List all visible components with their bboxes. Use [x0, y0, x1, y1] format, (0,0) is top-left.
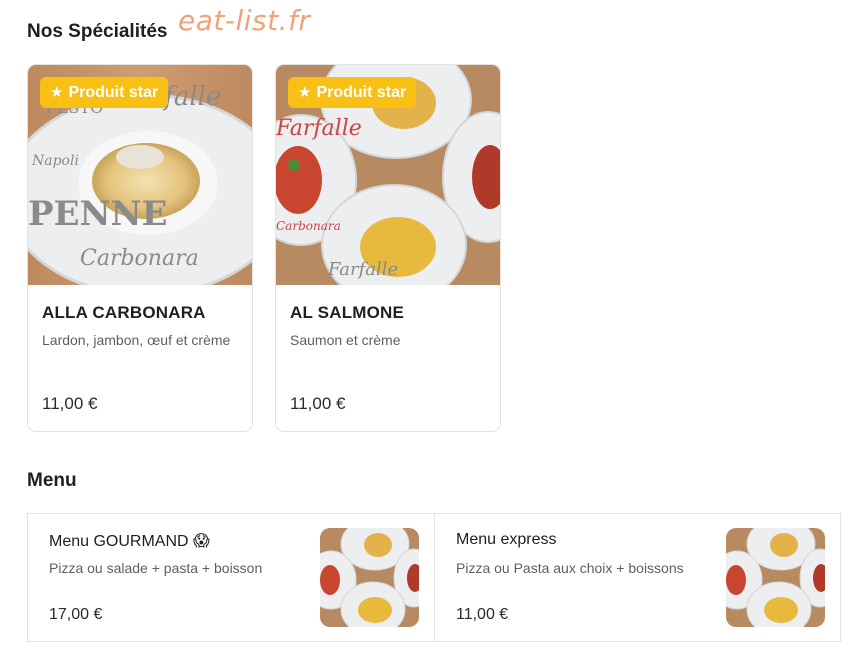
product-price: 11,00 €: [290, 394, 346, 413]
plate-text-carbonara-red: Carbonara: [276, 219, 341, 233]
product-description: Saumon et crème: [290, 332, 401, 348]
product-price: 11,00 €: [42, 394, 98, 413]
menu-price: 17,00 €: [49, 606, 103, 623]
product-card-salmone[interactable]: Farfalle Carbonara Farfalle ★ Produit st…: [275, 64, 501, 432]
plate-text-carbonara: Carbonara: [80, 246, 199, 271]
produit-star-badge: ★ Produit star: [40, 77, 169, 108]
menu-list: Menu GOURMAND 😱 Pizza ou salade + pasta …: [27, 513, 841, 642]
menu-description: Pizza ou salade + pasta + boisson: [49, 560, 263, 576]
product-name: ALLA CARBONARA: [42, 303, 206, 322]
menu-description: Pizza ou Pasta aux choix + boissons: [456, 560, 684, 576]
menu-thumbnail: [726, 528, 825, 627]
plate-text-napoli: Napoli: [31, 153, 79, 169]
star-icon: ★: [50, 84, 64, 101]
menu-title: Menu: [27, 470, 77, 491]
specialties-title: Nos Spécialités: [27, 21, 168, 42]
plate-text-farfalle-grey: Farfalle: [327, 259, 398, 280]
menu-item-express[interactable]: Menu express Pizza ou Pasta aux choix + …: [434, 514, 840, 641]
menu-item-gourmand[interactable]: Menu GOURMAND 😱 Pizza ou salade + pasta …: [28, 514, 434, 641]
product-card-carbonara[interactable]: PESTO Farfalle Napoli PENNE Carbonara ★ …: [27, 64, 253, 432]
menu-name: Menu express: [456, 531, 557, 548]
product-description: Lardon, jambon, œuf et crème: [42, 332, 231, 348]
plate-text-farfalle-red: Farfalle: [276, 116, 362, 141]
badge-label: Produit star: [316, 83, 407, 101]
badge-label: Produit star: [68, 83, 159, 101]
watermark: eat-list.fr: [178, 4, 311, 37]
star-icon: ★: [298, 84, 312, 101]
plate-text-penne: PENNE: [28, 194, 168, 234]
menu-thumbnail: [320, 528, 419, 627]
produit-star-badge: ★ Produit star: [288, 77, 417, 108]
product-name: AL SALMONE: [290, 303, 405, 322]
menu-name: Menu GOURMAND 😱: [49, 533, 210, 550]
menu-price: 11,00 €: [456, 606, 509, 623]
